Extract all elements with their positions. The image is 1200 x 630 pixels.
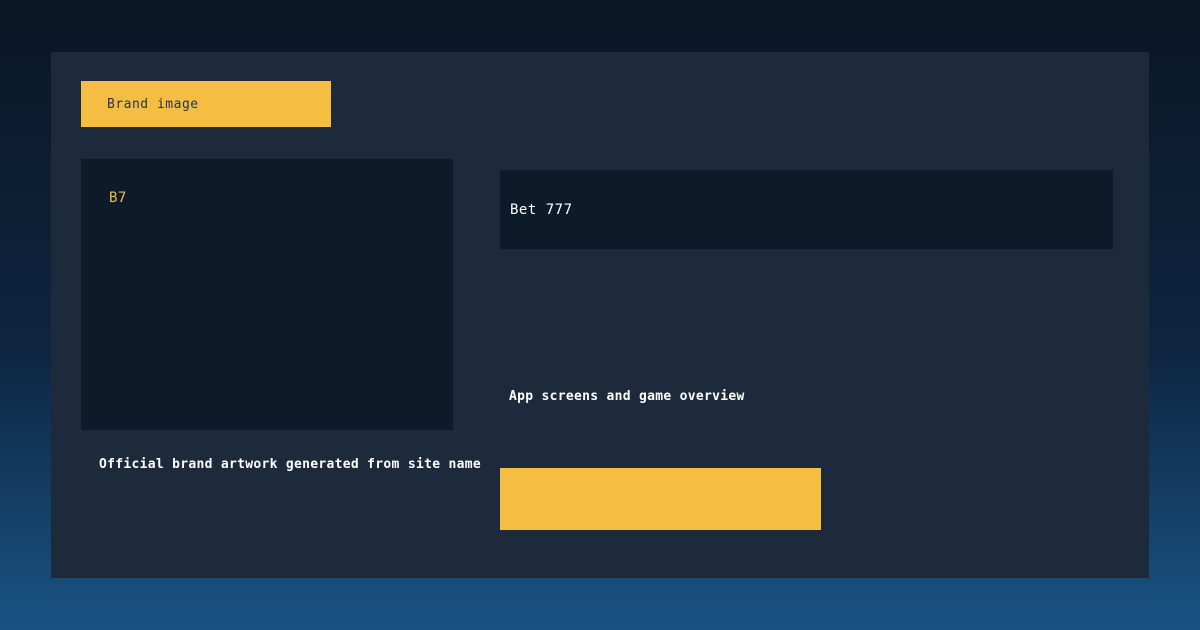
artwork-caption: Official brand artwork generated from si…	[99, 457, 481, 472]
brand-artwork-panel: B7	[81, 159, 453, 430]
brand-image-badge: Brand image	[81, 81, 331, 127]
brand-monogram: B7	[109, 190, 127, 206]
preview-card: Brand image B7 Official brand artwork ge…	[51, 52, 1149, 578]
site-title: Bet 777	[510, 202, 573, 218]
app-screens-caption: App screens and game overview	[509, 389, 745, 404]
og-preview-canvas: Brand image B7 Official brand artwork ge…	[0, 0, 1200, 630]
site-title-panel: Bet 777	[500, 170, 1113, 249]
brand-image-badge-label: Brand image	[107, 97, 199, 112]
cta-placeholder-button[interactable]	[500, 468, 821, 530]
